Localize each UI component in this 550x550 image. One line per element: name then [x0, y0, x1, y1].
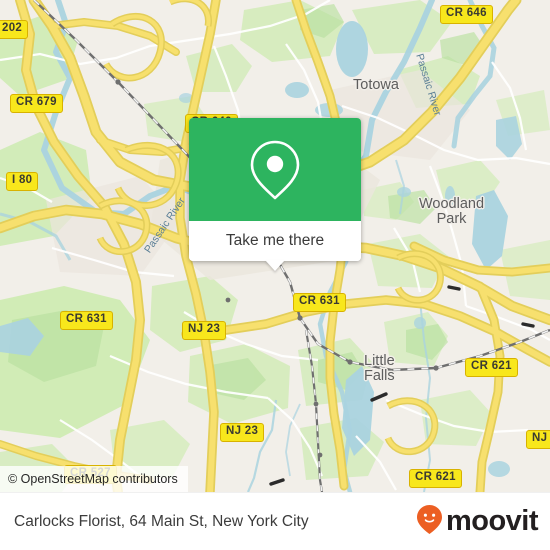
- moovit-wordmark: moovit: [445, 505, 539, 537]
- map-attribution[interactable]: © OpenStreetMap contributors: [0, 466, 188, 492]
- place-label-line: Falls: [364, 368, 395, 385]
- highway-shield[interactable]: CR 646: [440, 5, 493, 24]
- highway-shield[interactable]: CR 621: [409, 469, 462, 488]
- map-screenshot: 202 CR 646 CR 679 CR 640 I 80 CR 631 NJ …: [0, 0, 550, 550]
- moovit-smiley-pin-icon: [416, 504, 443, 540]
- location-popup-card[interactable]: Take me there: [189, 118, 361, 271]
- highway-shield[interactable]: CR 679: [10, 94, 63, 113]
- place-label-woodland-park: Woodland Park: [419, 196, 485, 228]
- highway-shield[interactable]: CR 621: [465, 358, 518, 377]
- popup-pointer: [265, 260, 285, 271]
- attribution-text: © OpenStreetMap contributors: [8, 472, 178, 486]
- popup-action-area[interactable]: Take me there: [189, 221, 361, 261]
- highway-shield[interactable]: NJ: [526, 430, 550, 449]
- highway-shield[interactable]: I 80: [6, 172, 39, 191]
- location-title: Carlocks Florist, 64 Main St, New York C…: [14, 512, 309, 530]
- highway-shield[interactable]: CR 631: [60, 311, 113, 330]
- place-label-totowa: Totowa: [353, 77, 399, 93]
- take-me-there-label: Take me there: [225, 232, 325, 249]
- highway-shield[interactable]: NJ 23: [220, 423, 265, 442]
- map-canvas[interactable]: 202 CR 646 CR 679 CR 640 I 80 CR 631 NJ …: [0, 0, 550, 492]
- highway-shield[interactable]: 202: [0, 20, 29, 39]
- moovit-logo[interactable]: moovit: [416, 504, 539, 540]
- map-pin-icon: [250, 139, 300, 201]
- place-label-line: Woodland: [419, 196, 485, 212]
- popup-header: [189, 118, 361, 221]
- highway-shield[interactable]: NJ 23: [182, 321, 227, 340]
- place-label-little-falls: Little Falls: [364, 353, 395, 385]
- footer-bar: Carlocks Florist, 64 Main St, New York C…: [0, 492, 550, 550]
- place-label-line: Little: [364, 353, 395, 369]
- place-label-line: Park: [436, 211, 467, 228]
- highway-shield[interactable]: CR 631: [293, 293, 346, 312]
